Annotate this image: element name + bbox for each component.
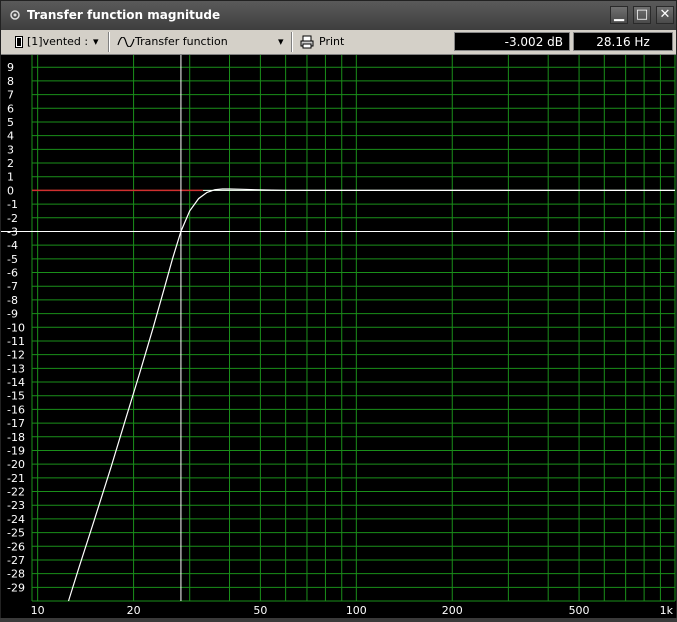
x-axis-labels: 10 20 50 100 200 500 1k [31, 604, 674, 617]
y-tick-label: -13 [7, 362, 25, 375]
speaker-icon [15, 36, 23, 48]
driver-select-value: [1]vented : [27, 35, 89, 48]
y-tick-label: -6 [7, 267, 18, 280]
y-axis-labels: 9876543210-1-2-3-4-5-6-7-8-9-10-11-12-13… [7, 61, 25, 594]
y-tick-label: -11 [7, 335, 25, 348]
grid [31, 55, 676, 602]
speaker-icon [10, 10, 20, 20]
y-tick-label: -16 [7, 403, 25, 416]
plot-area[interactable]: 9 8 7 6 5 4 3 2 1 0 -1 -2 -3 -4 -5 -6 -7 -8 -9 -10 -11 -12 -13… [1, 55, 676, 618]
close-button[interactable]: ✕ [656, 6, 674, 24]
y-tick-label: -27 [7, 554, 25, 567]
y-tick-label: -9 [7, 308, 18, 321]
y-tick-label: -23 [7, 499, 25, 512]
y-tick-label: -20 [7, 458, 25, 471]
x-tick-label: 20 [127, 604, 141, 617]
x-tick-label: 1k [660, 604, 674, 617]
toolbar: [1]vented : ▾ Transfer function magnitud… [1, 30, 676, 66]
view-select[interactable]: Transfer function magnitude ▾ [114, 33, 290, 66]
y-tick-label: -5 [7, 253, 18, 266]
waveform-icon [117, 37, 135, 47]
y-tick-label: 3 [7, 143, 14, 156]
chevron-down-icon: ▾ [278, 35, 284, 48]
title-bar[interactable]: Transfer function magnitude ▁ □ ✕ [1, 1, 676, 30]
y-tick-label: -29 [7, 581, 25, 594]
y-tick-label: -22 [7, 486, 25, 499]
magnitude-curve [67, 188, 675, 602]
transfer-function-chart[interactable]: 9876543210-1-2-3-4-5-6-7-8-9-10-11-12-13… [1, 55, 676, 618]
y-tick-label: -12 [7, 349, 25, 362]
x-tick-label: 10 [31, 604, 45, 617]
y-tick-label: -18 [7, 431, 25, 444]
print-button[interactable]: Print [298, 33, 348, 51]
x-tick-label: 200 [442, 604, 463, 617]
x-tick-label: 100 [346, 604, 367, 617]
maximize-button[interactable]: □ [633, 6, 651, 24]
print-label: Print [319, 35, 345, 48]
chevron-down-icon: ▾ [93, 35, 99, 48]
toolbar-separator [108, 32, 110, 52]
frequency-readout: 28.16 Hz [573, 32, 673, 51]
y-tick-label: -14 [7, 376, 25, 389]
window-title: Transfer function magnitude [27, 8, 221, 22]
x-tick-label: 50 [253, 604, 267, 617]
y-tick-label: 0 [7, 184, 14, 197]
y-tick-label: 5 [7, 116, 14, 129]
y-tick-label: -2 [7, 212, 18, 225]
level-readout: -3.002 dB [454, 32, 570, 51]
y-tick-label: -17 [7, 417, 25, 430]
y-tick-label: -7 [7, 280, 18, 293]
y-tick-label: -1 [7, 198, 18, 211]
y-tick-label: 7 [7, 89, 14, 102]
y-tick-label: -4 [7, 239, 18, 252]
y-tick-label: 2 [7, 157, 14, 170]
y-tick-label: -10 [7, 321, 25, 334]
y-tick-label: 4 [7, 130, 14, 143]
y-tick-label: 6 [7, 102, 14, 115]
y-tick-label: 8 [7, 75, 14, 88]
y-tick-label: -21 [7, 472, 25, 485]
printer-icon [300, 35, 314, 49]
minimize-button[interactable]: ▁ [610, 6, 628, 24]
toolbar-separator [291, 32, 293, 52]
y-tick-label: -19 [7, 444, 25, 457]
y-tick-label: -24 [7, 513, 25, 526]
y-tick-label: -8 [7, 294, 18, 307]
y-tick-label: -15 [7, 390, 25, 403]
y-tick-label: -26 [7, 540, 25, 553]
y-tick-label: 1 [7, 171, 14, 184]
y-tick-label: 9 [7, 61, 14, 74]
y-tick-label: -28 [7, 568, 25, 581]
y-tick-label: -25 [7, 527, 25, 540]
driver-select[interactable]: [1]vented : ▾ [7, 33, 105, 51]
x-tick-label: 500 [569, 604, 590, 617]
window: Transfer function magnitude ▁ □ ✕ [1]ven… [0, 0, 677, 618]
